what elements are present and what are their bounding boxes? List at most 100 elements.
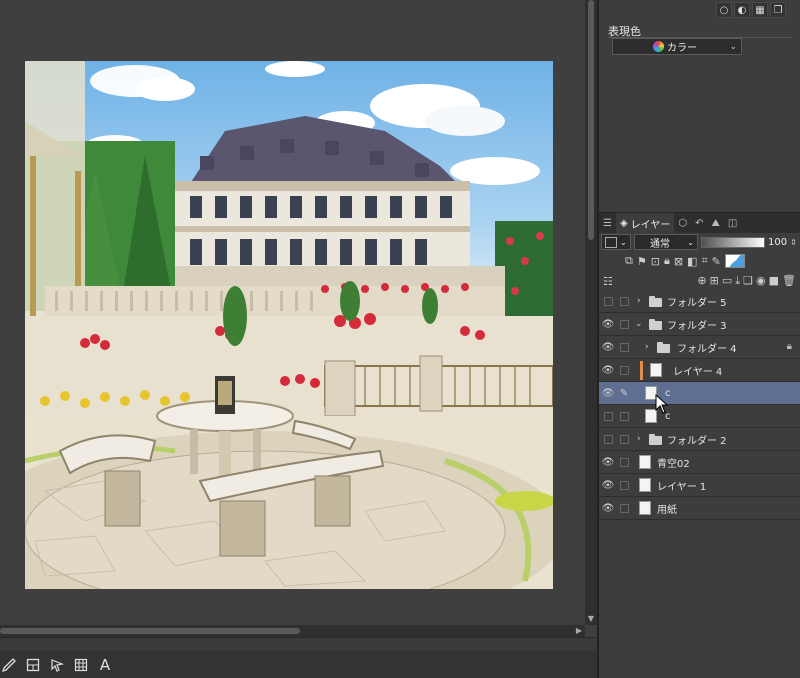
chevron-right-icon[interactable]: ›	[637, 434, 641, 444]
horizontal-scroll-thumb[interactable]	[0, 628, 300, 634]
layers-stack-icon[interactable]: ❐	[770, 2, 786, 18]
edit-toggle[interactable]	[618, 503, 630, 514]
copy-layer-icon[interactable]: ❏	[743, 274, 753, 288]
tab-layer[interactable]: ◈ レイヤー	[615, 213, 675, 233]
blend-mode-select[interactable]: 通常 ⌄	[634, 234, 698, 250]
eye-icon[interactable]: 👁︎	[602, 503, 615, 514]
select-arrow-icon[interactable]	[48, 656, 66, 674]
layer-row[interactable]: 👁︎ › フォルダー 4 🔒︎	[599, 336, 800, 359]
layer-row[interactable]: 👁︎ レイヤー 1	[599, 474, 800, 497]
layer-color-select[interactable]: ⌄	[601, 234, 631, 250]
eye-icon[interactable]: 👁︎	[602, 342, 615, 353]
expression-color-value: カラー	[667, 43, 697, 54]
ruler-icon[interactable]: ⌗	[701, 254, 707, 268]
right-panel: ○ ◐ ▦ ❐ 表現色 カラー ⌄ ☰ ◈ レイヤー ⬡ ↶ ⛰ ◫ ⌄ 通常 …	[597, 0, 800, 678]
layer-list-icon[interactable]: ☷	[603, 275, 613, 288]
color-settings-section: ○ ◐ ▦ ❐ 表現色 カラー ⌄	[599, 0, 800, 210]
tab-navigator-icon[interactable]: ◫	[724, 213, 741, 233]
edit-toggle[interactable]	[618, 342, 630, 353]
visibility-toggle[interactable]	[602, 434, 614, 445]
new-raster-layer-icon[interactable]: ⊕	[697, 274, 706, 288]
layer-row[interactable]: 👁︎ 用紙	[599, 497, 800, 520]
layer-name: 用紙	[657, 504, 677, 516]
fill-icon[interactable]: ■	[769, 274, 779, 288]
layer-row[interactable]: › フォルダー 5	[599, 290, 800, 313]
chevron-down-icon: ⌄	[687, 237, 694, 247]
edit-toggle[interactable]	[618, 365, 630, 376]
artwork-canvas[interactable]	[25, 61, 553, 589]
panel-menu-icon[interactable]: ☰	[599, 213, 616, 233]
eye-icon[interactable]: 👁︎	[602, 480, 615, 491]
layer-color-bar	[640, 361, 643, 380]
clip-icon[interactable]: ⧉	[625, 254, 633, 268]
lock-icon[interactable]: 🔒︎	[664, 254, 670, 268]
draft-icon[interactable]: ⊡	[651, 255, 660, 268]
layer-property-icon[interactable]	[24, 656, 42, 674]
layer-row[interactable]: 👁︎ ⌄ フォルダー 3	[599, 313, 800, 336]
vertical-scrollbar[interactable]: ▼	[585, 0, 597, 625]
layer-row[interactable]: c	[599, 405, 800, 428]
reference-icon[interactable]: ⚑	[637, 255, 647, 268]
eye-icon[interactable]: 👁︎	[602, 457, 615, 468]
eye-icon[interactable]: 👁︎	[602, 365, 615, 376]
layer-action-row: ☷ ⊕ ⊞ ▭ ⤓ ❏ ◉ ■ 🗑︎	[599, 271, 800, 291]
tab-layer-label: レイヤー	[630, 219, 671, 231]
new-folder-icon[interactable]: ▭	[722, 274, 732, 288]
pen-icon[interactable]: ✎	[618, 388, 630, 399]
layer-name: フォルダー 4	[677, 343, 737, 355]
frame-icon	[605, 236, 617, 248]
merge-down-icon[interactable]: ⤓	[735, 274, 740, 288]
edit-toggle[interactable]	[618, 434, 630, 445]
color-mode-icons: ○ ◐ ▦ ❐	[716, 2, 786, 18]
new-vector-layer-icon[interactable]: ⊞	[710, 274, 719, 288]
tab-property-icon[interactable]: ⬡	[674, 213, 691, 233]
chevron-right-icon[interactable]: ›	[637, 296, 641, 306]
visibility-toggle[interactable]	[602, 296, 614, 307]
chevron-right-icon[interactable]: ›	[645, 342, 649, 352]
chevron-down-icon[interactable]: ⌄	[635, 319, 643, 329]
lock-icon[interactable]: 🔒︎	[787, 341, 792, 352]
edit-icon[interactable]: ✎	[712, 255, 721, 268]
vertical-scroll-thumb[interactable]	[588, 0, 594, 240]
layers-icon: ◈	[619, 217, 628, 229]
color-wheel-icon	[653, 41, 664, 52]
contrast-icon[interactable]: ◐	[734, 2, 750, 18]
edit-toggle[interactable]	[618, 296, 630, 307]
dither-icon[interactable]: ▦	[752, 2, 768, 18]
lock-alpha-icon[interactable]: ⊠	[674, 255, 683, 268]
tab-material-icon[interactable]: ⛰	[708, 213, 724, 233]
edit-toggle[interactable]	[618, 411, 630, 422]
expression-color-dropdown[interactable]: カラー ⌄	[612, 38, 742, 55]
layer-row[interactable]: › フォルダー 2	[599, 428, 800, 451]
text-icon[interactable]: A	[96, 656, 114, 674]
grid-icon[interactable]	[72, 656, 90, 674]
edit-toggle[interactable]	[618, 457, 630, 468]
layer-name: レイヤー 1	[657, 481, 707, 493]
mask-add-icon[interactable]: ◉	[756, 274, 766, 288]
scroll-right-icon[interactable]: ▶	[573, 625, 585, 637]
visibility-toggle[interactable]	[602, 411, 614, 422]
opacity-value[interactable]: 100	[768, 237, 787, 248]
edit-toggle[interactable]	[618, 480, 630, 491]
opacity-stepper-icon[interactable]: ⇕	[790, 238, 797, 247]
mouse-cursor-icon	[655, 394, 669, 414]
pen-icon[interactable]	[0, 656, 18, 674]
paper-thumbnail	[639, 501, 651, 515]
layer-panel-tabs: ☰ ◈ レイヤー ⬡ ↶ ⛰ ◫	[599, 212, 800, 233]
scroll-down-icon[interactable]: ▼	[585, 613, 597, 625]
mask-icon[interactable]: ◧	[687, 255, 697, 268]
opacity-slider[interactable]	[701, 236, 765, 248]
layer-row[interactable]: 👁︎ レイヤー 4	[599, 359, 800, 382]
horizontal-scrollbar[interactable]: ▶	[0, 625, 585, 637]
eye-icon[interactable]: 👁︎	[602, 388, 615, 399]
eye-icon[interactable]: 👁︎	[602, 319, 615, 330]
layer-row[interactable]: 👁︎ 青空02	[599, 451, 800, 474]
layer-row-selected[interactable]: 👁︎ ✎ c	[599, 382, 800, 405]
color-swatch-icon[interactable]	[724, 254, 745, 268]
circle-icon[interactable]: ○	[716, 2, 732, 18]
canvas-area[interactable]	[0, 0, 585, 625]
edit-toggle[interactable]	[618, 319, 630, 330]
trash-icon[interactable]: 🗑︎	[782, 274, 796, 288]
tab-history-icon[interactable]: ↶	[691, 213, 707, 233]
folder-icon	[649, 296, 662, 307]
